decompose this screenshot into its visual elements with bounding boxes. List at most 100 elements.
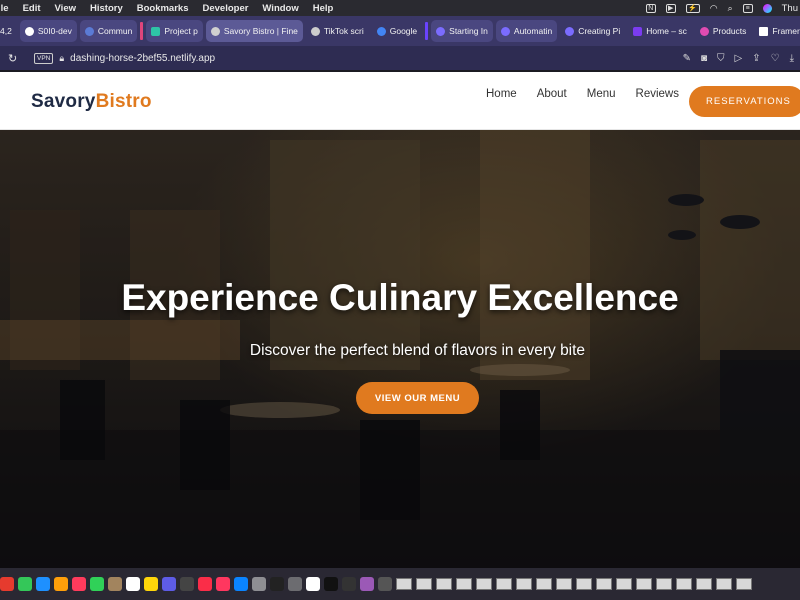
tab[interactable]: Home – sc (628, 20, 692, 42)
tiktok-icon (310, 26, 320, 36)
reload-icon[interactable]: ↻ (8, 52, 20, 65)
notion-status-icon[interactable]: N (645, 3, 656, 13)
tab-label: Automatin (513, 26, 553, 36)
tab[interactable]: Commun (79, 20, 138, 42)
menu-edit[interactable]: Edit (23, 3, 41, 14)
dock-window-thumbnail[interactable] (676, 578, 692, 590)
web-page: SavoryBistro Home About Menu Reviews RES… (0, 72, 800, 568)
dock-app-icon[interactable] (36, 577, 50, 591)
menu-view[interactable]: View (55, 3, 76, 14)
dock-window-thumbnail[interactable] (496, 578, 512, 590)
site-header: SavoryBistro Home About Menu Reviews RES… (0, 72, 800, 130)
shield-icon[interactable]: ⛉ (717, 53, 725, 64)
dock-window-thumbnail[interactable] (476, 578, 492, 590)
dock-app-icon[interactable] (54, 577, 68, 591)
camera-icon[interactable]: ◙ (701, 53, 707, 64)
search-icon[interactable]: ⌕ (728, 3, 733, 14)
nav-reviews[interactable]: Reviews (636, 88, 679, 100)
dock-app-icon[interactable] (216, 577, 230, 591)
dock-app-icon[interactable] (324, 577, 338, 591)
tab[interactable]: S0I0-dev (19, 20, 77, 42)
wifi-icon[interactable]: ◠ (710, 3, 718, 14)
make-icon (436, 26, 446, 36)
hero-subtitle: Discover the perfect blend of flavors in… (249, 342, 586, 359)
control-center-icon[interactable]: ≡ (742, 3, 753, 13)
dock-app-icon[interactable] (108, 577, 122, 591)
hero-title: Experience Culinary Excellence (121, 277, 679, 318)
dock-app-icon[interactable] (162, 577, 176, 591)
tab-label: Creating Pi (578, 26, 621, 36)
dock-window-thumbnail[interactable] (416, 578, 432, 590)
menu-file[interactable]: ile (0, 3, 9, 14)
menu-developer[interactable]: Developer (202, 3, 248, 14)
dock-window-thumbnail[interactable] (636, 578, 652, 590)
tab[interactable]: Creating Pi (560, 20, 625, 42)
dock-app-icon[interactable] (144, 577, 158, 591)
play-icon[interactable]: ▷ (735, 53, 743, 64)
dock-app-icon[interactable] (18, 577, 32, 591)
dock-app-icon[interactable] (180, 577, 194, 591)
nav-home[interactable]: Home (486, 88, 517, 100)
dock-app-icon[interactable] (126, 577, 140, 591)
macos-dock (0, 568, 800, 600)
tab[interactable]: Framer (754, 20, 800, 42)
dock-app-icon[interactable] (234, 577, 248, 591)
dock-window-thumbnail[interactable] (716, 578, 732, 590)
siri-icon[interactable] (762, 3, 772, 13)
share-icon[interactable]: ⇪ (752, 53, 760, 64)
site-logo[interactable]: SavoryBistro (31, 91, 152, 113)
dock-window-thumbnail[interactable] (516, 578, 532, 590)
dock-app-icon[interactable] (360, 577, 374, 591)
dock-window-thumbnail[interactable] (656, 578, 672, 590)
tab[interactable]: Products (695, 20, 752, 42)
view-menu-button[interactable]: VIEW OUR MENU (356, 382, 479, 414)
clock[interactable]: Thu (782, 3, 798, 14)
dock-window-thumbnail[interactable] (536, 578, 552, 590)
dock-window-thumbnail[interactable] (596, 578, 612, 590)
dock-app-icon[interactable] (306, 577, 320, 591)
stripe-icon (633, 26, 643, 36)
dock-app-icon[interactable] (0, 577, 14, 591)
dock-window-thumbnail[interactable] (576, 578, 592, 590)
nav-about[interactable]: About (537, 88, 567, 100)
dock-app-icon[interactable] (252, 577, 266, 591)
tab-label: Starting In (449, 26, 488, 36)
dock-window-thumbnail[interactable] (556, 578, 572, 590)
dock-window-thumbnail[interactable] (436, 578, 452, 590)
dock-window-thumbnail[interactable] (396, 578, 412, 590)
url-field[interactable]: dashing-horse-2bef55.netlify.app (70, 53, 215, 64)
tab-active[interactable]: Savory Bistro | Fine (205, 20, 303, 42)
tab[interactable]: Google (372, 20, 422, 42)
reservations-button[interactable]: RESERVATIONS (689, 86, 800, 117)
dock-app-icon[interactable] (342, 577, 356, 591)
dock-app-icon[interactable] (72, 577, 86, 591)
dock-app-icon[interactable] (90, 577, 104, 591)
menu-bookmarks[interactable]: Bookmarks (137, 3, 189, 14)
tab[interactable]: 4,2 (0, 20, 17, 42)
tab[interactable]: TikTok scri (306, 20, 369, 42)
menu-history[interactable]: History (90, 3, 123, 14)
lock-icon[interactable]: 🔒︎ (59, 53, 64, 64)
dock-app-icon[interactable] (270, 577, 284, 591)
download-icon[interactable]: ⤓ (790, 53, 794, 64)
dock-app-icon[interactable] (198, 577, 212, 591)
browser-tab-strip: 4,2 S0I0-dev Commun Project p Savory Bis… (0, 16, 800, 46)
screen-record-icon[interactable]: ▶ (665, 3, 676, 13)
menu-window[interactable]: Window (262, 3, 298, 14)
vpn-badge[interactable]: VPN (34, 52, 54, 64)
menu-help[interactable]: Help (313, 3, 334, 14)
dock-window-thumbnail[interactable] (456, 578, 472, 590)
edit-icon[interactable]: ✎ (683, 53, 691, 64)
tab-label: TikTok scri (323, 26, 364, 36)
dock-app-icon[interactable] (288, 577, 302, 591)
tab[interactable]: Automatin (495, 20, 558, 42)
dock-window-thumbnail[interactable] (736, 578, 752, 590)
tab[interactable]: Starting In (431, 20, 493, 42)
battery-icon[interactable]: ⚡ (685, 3, 700, 13)
dock-window-thumbnail[interactable] (616, 578, 632, 590)
dock-app-icon[interactable] (378, 577, 392, 591)
nav-menu[interactable]: Menu (587, 88, 616, 100)
tab[interactable]: Project p (146, 20, 203, 42)
heart-icon[interactable]: ♡ (771, 53, 780, 64)
dock-window-thumbnail[interactable] (696, 578, 712, 590)
